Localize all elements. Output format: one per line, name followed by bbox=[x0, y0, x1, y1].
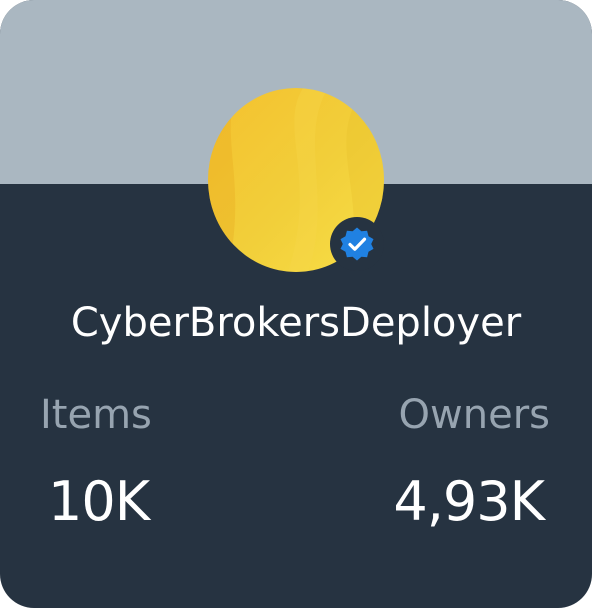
verified-badge bbox=[330, 217, 384, 271]
collection-card[interactable]: CyberBrokersDeployer Items Owners 10K 4,… bbox=[0, 0, 592, 608]
verified-badge-icon bbox=[340, 227, 374, 261]
collection-name[interactable]: CyberBrokersDeployer bbox=[0, 300, 592, 346]
owners-label: Owners bbox=[398, 392, 550, 438]
owners-value: 4,93K bbox=[393, 470, 545, 533]
items-value: 10K bbox=[48, 470, 150, 533]
items-label: Items bbox=[40, 392, 152, 438]
